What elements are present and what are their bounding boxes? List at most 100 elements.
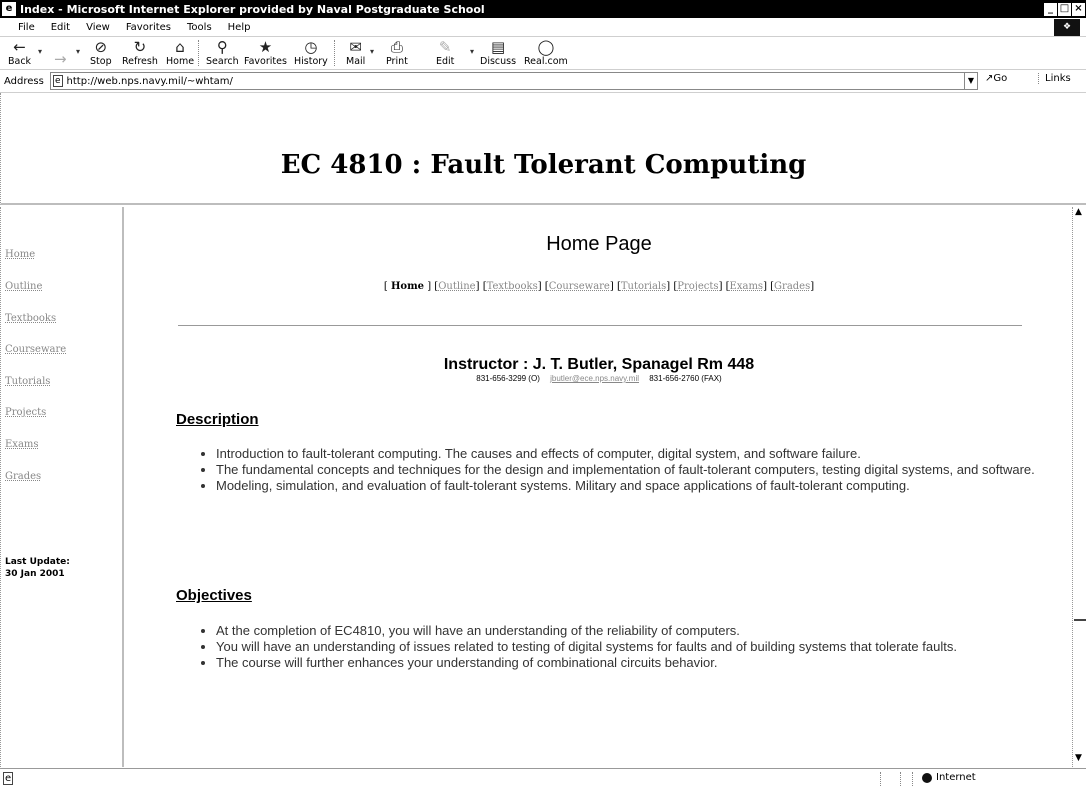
search-button[interactable]: ⚲ Search (206, 37, 239, 67)
close-button[interactable]: × (1072, 2, 1085, 16)
discuss-button[interactable]: ▤ Discuss (480, 37, 516, 67)
horizontal-rule (178, 325, 1022, 326)
go-button[interactable]: ↗Go (985, 73, 1007, 84)
maximize-button[interactable]: □ (1058, 2, 1071, 16)
menu-view[interactable]: View (78, 22, 118, 33)
home-button[interactable]: ⌂ Home (166, 37, 194, 67)
nav-link-courseware[interactable]: Courseware (5, 344, 66, 355)
menu-file[interactable]: File (0, 22, 43, 33)
nav-link-home[interactable]: Home (5, 249, 35, 260)
window-controls: _ □ × (1044, 2, 1085, 16)
window-title: Index - Microsoft Internet Explorer prov… (20, 2, 485, 16)
stop-icon: ⊘ (94, 38, 108, 56)
description-heading: Description (176, 411, 259, 428)
crumb-textbooks[interactable]: Textbooks (487, 281, 538, 292)
globe-icon (922, 772, 932, 783)
status-pane-divider (900, 772, 901, 786)
forward-button[interactable]: → (54, 37, 67, 67)
fax-number: 831-656-2760 (FAX) (649, 374, 722, 383)
search-icon: ⚲ (216, 38, 228, 56)
discuss-icon: ▤ (490, 38, 506, 56)
history-button[interactable]: ◷ History (294, 37, 328, 67)
crumb-exams[interactable]: Exams (730, 281, 764, 292)
edit-icon: ✎ (438, 38, 452, 56)
mail-dropdown-icon[interactable]: ▾ (370, 47, 374, 56)
address-url: http://web.nps.navy.mil/~whtam/ (66, 75, 233, 87)
list-item: Modeling, simulation, and evaluation of … (216, 478, 1056, 494)
mail-button[interactable]: ✉ Mail (346, 37, 365, 67)
list-item: Introduction to fault-tolerant computing… (216, 446, 1056, 462)
back-button[interactable]: ← Back (8, 37, 31, 67)
list-item: The course will further enhances your un… (216, 655, 1056, 671)
edit-button[interactable]: ✎ Edit (436, 37, 454, 67)
nav-link-outline[interactable]: Outline (5, 281, 42, 292)
nav-link-tutorials[interactable]: Tutorials (5, 376, 50, 387)
realcom-button[interactable]: ◯ Real.com (524, 37, 568, 67)
ie-logo-icon: e (2, 2, 16, 16)
email-link[interactable]: jbutler@ece.nps.navy.mil (550, 374, 639, 383)
objectives-list: At the completion of EC4810, you will ha… (176, 623, 1056, 671)
home-icon: ⌂ (175, 38, 185, 56)
print-button[interactable]: ⎙ Print (386, 37, 408, 67)
left-nav-frame: Home Outline Textbooks Courseware Tutori… (0, 207, 124, 767)
back-arrow-icon: ← (13, 38, 26, 56)
address-bar: Address e http://web.nps.navy.mil/~whtam… (0, 70, 1086, 93)
scroll-down-icon[interactable]: ▼ (1075, 753, 1082, 763)
status-pane-divider (880, 772, 881, 786)
toolbar-separator (334, 40, 336, 66)
contact-line: 831-656-3299 (O) jbutler@ece.nps.navy.mi… (126, 374, 1072, 383)
mail-icon: ✉ (349, 38, 362, 56)
nav-link-textbooks[interactable]: Textbooks (5, 313, 56, 324)
breadcrumb: [ Home ] [Outline] [Textbooks] [Coursewa… (383, 281, 815, 292)
nav-link-projects[interactable]: Projects (5, 407, 46, 418)
menu-favorites[interactable]: Favorites (118, 22, 179, 33)
back-dropdown-icon[interactable]: ▾ (38, 47, 42, 56)
last-update-label: Last Update: (5, 557, 70, 567)
list-item: At the completion of EC4810, you will ha… (216, 623, 1056, 639)
description-list: Introduction to fault-tolerant computing… (176, 446, 1056, 494)
refresh-icon: ↻ (133, 38, 147, 56)
status-bar: e Internet (0, 768, 1086, 789)
list-item: You will have an understanding of issues… (216, 639, 1056, 655)
nav-link-grades[interactable]: Grades (5, 471, 41, 482)
crumb-projects[interactable]: Projects (677, 281, 718, 292)
vertical-scrollbar[interactable]: ▲ ▼ (1072, 207, 1086, 767)
instructor-line: Instructor : J. T. Butler, Spanagel Rm 4… (443, 356, 755, 373)
objectives-heading: Objectives (176, 587, 252, 604)
crumb-courseware[interactable]: Courseware (549, 281, 610, 292)
last-update: Last Update: 30 Jan 2001 (5, 556, 70, 580)
menu-help[interactable]: Help (220, 22, 259, 33)
refresh-button[interactable]: ↻ Refresh (122, 37, 158, 67)
nav-link-exams[interactable]: Exams (5, 439, 39, 450)
realcom-icon: ◯ (537, 38, 555, 56)
favorites-icon: ★ (258, 38, 273, 56)
crumb-home: Home (390, 281, 425, 292)
favorites-button[interactable]: ★ Favorites (244, 37, 287, 67)
crumb-grades[interactable]: Grades (774, 281, 810, 292)
links-button[interactable]: Links (1038, 73, 1071, 84)
scroll-up-icon[interactable]: ▲ (1075, 207, 1082, 217)
last-update-date: 30 Jan 2001 (5, 569, 65, 579)
window-title-bar[interactable]: e Index - Microsoft Internet Explorer pr… (0, 0, 1086, 18)
print-icon: ⎙ (390, 38, 403, 56)
page-icon: e (53, 75, 63, 87)
main-content-frame: Home Page [ Home ] [Outline] [Textbooks]… (126, 207, 1072, 767)
page-heading: Home Page (546, 233, 652, 255)
list-item: The fundamental concepts and techniques … (216, 462, 1056, 478)
toolbar-separator (198, 40, 200, 66)
forward-arrow-icon: → (54, 50, 67, 68)
menu-tools[interactable]: Tools (179, 22, 220, 33)
address-label: Address (4, 75, 44, 87)
edit-dropdown-icon[interactable]: ▾ (470, 47, 474, 56)
scrollbar-thumb[interactable] (1074, 619, 1086, 621)
menu-edit[interactable]: Edit (43, 22, 78, 33)
address-dropdown-icon[interactable]: ▼ (964, 73, 977, 89)
stop-button[interactable]: ⊘ Stop (90, 37, 112, 67)
minimize-button[interactable]: _ (1044, 2, 1057, 16)
crumb-tutorials[interactable]: Tutorials (621, 281, 666, 292)
status-pane-divider (912, 772, 913, 786)
crumb-outline[interactable]: Outline (438, 281, 475, 292)
menu-bar: File Edit View Favorites Tools Help ❖ (0, 18, 1086, 37)
forward-dropdown-icon[interactable]: ▾ (76, 47, 80, 56)
address-input[interactable]: e http://web.nps.navy.mil/~whtam/ ▼ (50, 72, 978, 90)
